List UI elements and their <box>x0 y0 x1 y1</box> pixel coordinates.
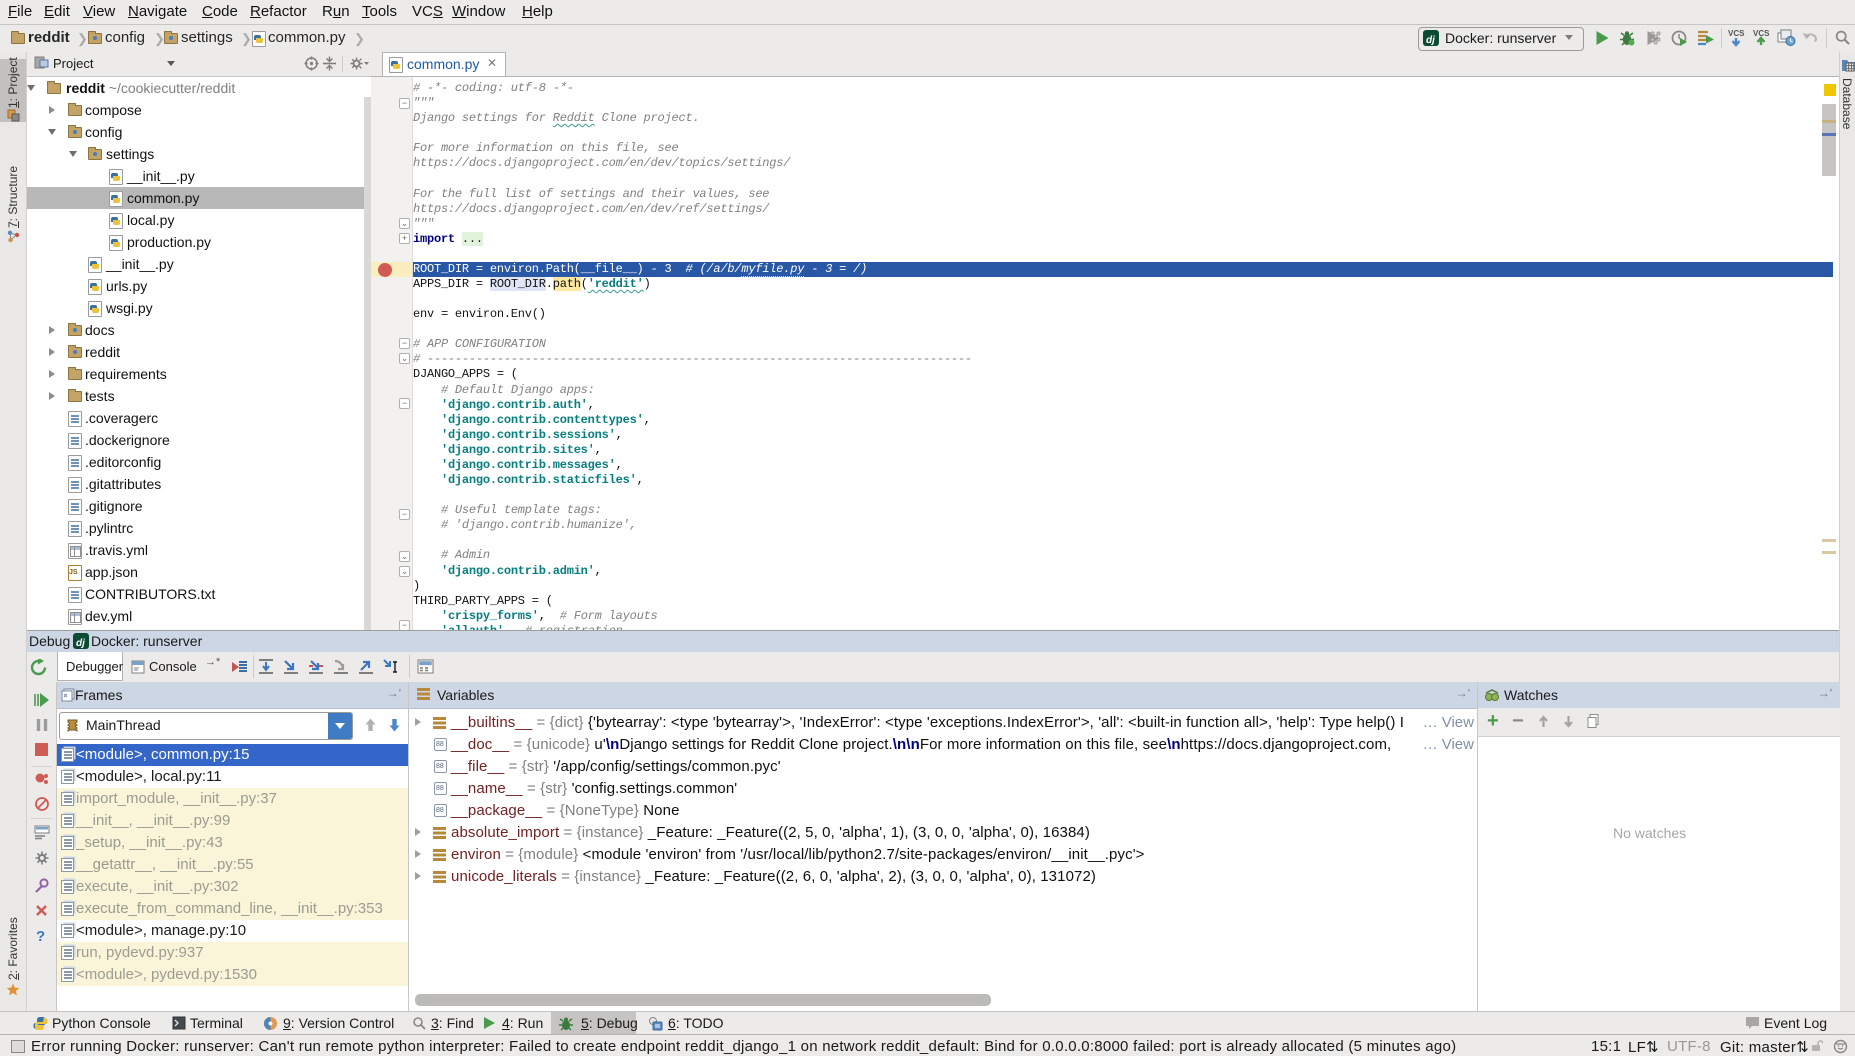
svg-text:VCS: VCS <box>1753 29 1770 38</box>
svg-text:VCS: VCS <box>1728 29 1745 38</box>
